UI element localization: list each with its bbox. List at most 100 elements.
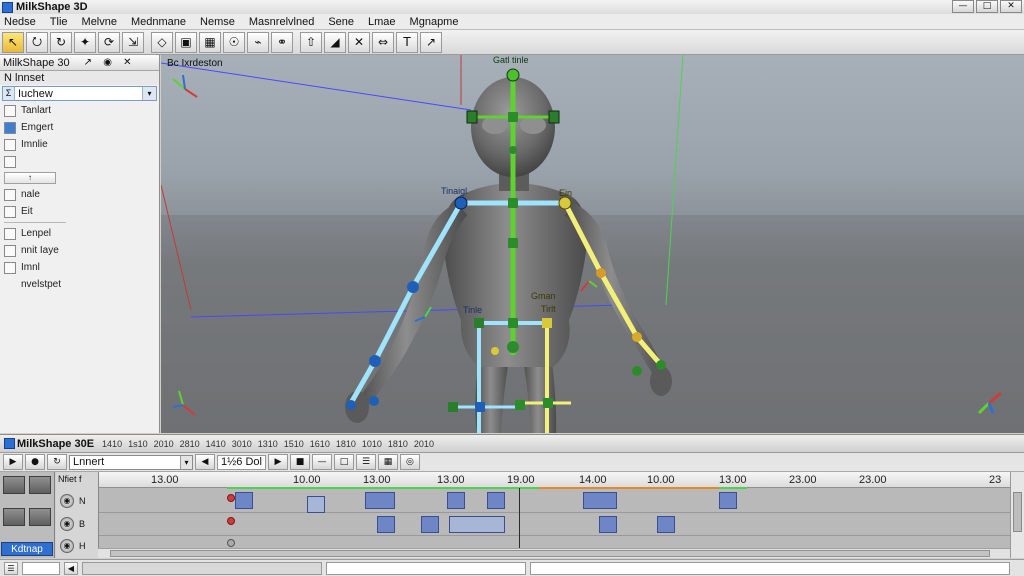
select-icon[interactable]: ⭮ xyxy=(26,31,48,53)
rotate-icon[interactable]: ⟳ xyxy=(98,31,120,53)
mirror-icon[interactable]: ⇔ xyxy=(372,31,394,53)
timeline-vertical-scrollbar[interactable] xyxy=(1010,472,1024,558)
link-icon[interactable]: ⚭ xyxy=(271,31,293,53)
menu-item-1[interactable]: Nedse xyxy=(4,16,36,28)
track-label-2[interactable]: ◉ B xyxy=(60,517,85,531)
panel-header-tools[interactable]: ↗ ◉ ✕ xyxy=(84,57,136,68)
timeline-tab[interactable]: 1410 xyxy=(206,439,226,449)
play-icon[interactable]: ▶ xyxy=(3,454,23,470)
panel-option-row[interactable]: Lenpel xyxy=(0,225,159,242)
timeline-tab[interactable]: 1610 xyxy=(310,439,330,449)
panel-option-row[interactable]: Tanlart xyxy=(0,102,159,119)
status-field-1[interactable] xyxy=(22,561,60,575)
keyframe[interactable] xyxy=(377,516,395,533)
close-button[interactable]: ✕ xyxy=(1000,0,1022,13)
timeline-track[interactable]: 13.00 10.00 13.00 13.00 19.00 14.00 10.00 13.00… xyxy=(98,472,1011,558)
keyframe[interactable] xyxy=(487,492,505,509)
scrollbar-thumb[interactable] xyxy=(1013,492,1022,532)
keyframe[interactable] xyxy=(599,516,617,533)
cursor-icon[interactable]: ↖ xyxy=(2,31,24,53)
bone-icon[interactable]: ⌁ xyxy=(247,31,269,53)
timeline-tab[interactable]: 1010 xyxy=(362,439,382,449)
keyframe[interactable] xyxy=(235,492,253,509)
axis-gizmo-top-left[interactable] xyxy=(172,74,198,98)
keyframe[interactable] xyxy=(583,492,617,509)
panel-option-row[interactable]: Imnl xyxy=(0,259,159,276)
track-label-3[interactable]: ◉ H xyxy=(60,539,86,553)
vertex-icon[interactable]: ◇ xyxy=(151,31,173,53)
menu-item-2[interactable]: Tlie xyxy=(50,16,68,28)
record-icon[interactable]: ● xyxy=(25,454,45,470)
mode-grid-button-2[interactable] xyxy=(29,476,51,494)
mode-grid-button-3[interactable] xyxy=(3,508,25,526)
weld-icon[interactable]: ✕ xyxy=(348,31,370,53)
status-arrow-icon[interactable]: ◀ xyxy=(64,561,78,575)
animation-combo[interactable]: Lnnert ▾ xyxy=(69,454,193,470)
panel-option-row[interactable]: nvelstpet xyxy=(0,276,159,293)
timeline-tab[interactable]: 1s10 xyxy=(128,439,148,449)
timeline-tab[interactable]: 1810 xyxy=(336,439,356,449)
mode-grid-button-1[interactable] xyxy=(3,476,25,494)
panel-blank-row[interactable] xyxy=(0,153,159,170)
3d-viewport[interactable]: Gatl tinle Tinaigl Ein Tinle Gman Tirlt … xyxy=(161,55,1024,433)
keyframe-button[interactable]: Kdtnap xyxy=(1,542,53,556)
panel-option-row[interactable]: Emgert xyxy=(0,119,159,136)
time-ruler[interactable]: 13.00 10.00 13.00 13.00 19.00 14.00 10.00 13.00… xyxy=(99,472,1011,488)
keyframe[interactable] xyxy=(307,496,325,513)
list-icon[interactable]: ☰ xyxy=(355,454,376,470)
timeline-tab[interactable]: 1410 xyxy=(102,439,122,449)
timeline-horizontal-scrollbar[interactable] xyxy=(98,548,1010,558)
checkbox-icon[interactable] xyxy=(4,155,16,168)
text-icon[interactable]: T xyxy=(396,31,418,53)
target-icon[interactable]: ◎ xyxy=(399,454,420,470)
prev-key-icon[interactable]: ◀ xyxy=(195,454,215,470)
panel-value-field[interactable]: ↑ xyxy=(4,172,56,184)
move-icon[interactable]: ✦ xyxy=(74,31,96,53)
minimize-button[interactable]: — xyxy=(952,0,974,13)
timeline-tab[interactable]: 1310 xyxy=(258,439,278,449)
keyframe[interactable] xyxy=(447,492,465,509)
timeline-tab[interactable]: 2010 xyxy=(154,439,174,449)
menu-item-9[interactable]: Mgnapme xyxy=(410,16,459,28)
next-key-icon[interactable]: ▶ xyxy=(267,454,288,470)
panel-option-row[interactable]: Eit xyxy=(0,203,159,220)
panel-option-row[interactable]: nnit Iaye xyxy=(0,242,159,259)
menu-item-7[interactable]: Sene xyxy=(328,16,354,28)
dash-icon[interactable]: — xyxy=(311,454,332,470)
object-combo[interactable]: Σ Iuchew ▾ xyxy=(2,86,157,101)
keyframe[interactable] xyxy=(449,516,505,533)
scrollbar-thumb[interactable] xyxy=(110,550,990,557)
grid-icon[interactable]: ▦ xyxy=(377,454,398,470)
measure-icon[interactable]: ↗ xyxy=(420,31,442,53)
menu-item-4[interactable]: Mednmane xyxy=(131,16,186,28)
timeline-tab[interactable]: 1510 xyxy=(284,439,304,449)
mode-grid-button-4[interactable] xyxy=(29,508,51,526)
track-label-1[interactable]: ◉ N xyxy=(60,494,86,508)
menu-item-3[interactable]: Melvne xyxy=(82,16,117,28)
menu-item-5[interactable]: Nemse xyxy=(200,16,235,28)
box-icon[interactable]: □ xyxy=(333,454,354,470)
status-menu-icon[interactable]: ☰ xyxy=(4,561,18,575)
bevel-icon[interactable]: ◢ xyxy=(324,31,346,53)
face-icon[interactable]: ▣ xyxy=(175,31,197,53)
timeline-tab[interactable]: 3010 xyxy=(232,439,252,449)
scale-icon[interactable]: ⇲ xyxy=(122,31,144,53)
chevron-down-icon[interactable]: ▾ xyxy=(180,455,192,469)
stop-icon[interactable]: ■ xyxy=(289,454,310,470)
panel-option-row[interactable]: nale xyxy=(0,186,159,203)
extrude-icon[interactable]: ⇧ xyxy=(300,31,322,53)
menu-item-8[interactable]: Lmae xyxy=(368,16,396,28)
maximize-button[interactable]: □ xyxy=(976,0,998,13)
panel-option-row[interactable]: Imnlie xyxy=(0,136,159,153)
timeline-tab[interactable]: 1810 xyxy=(388,439,408,449)
timeline-tab[interactable]: 2810 xyxy=(180,439,200,449)
group-icon[interactable]: ▦ xyxy=(199,31,221,53)
menu-item-6[interactable]: Masnrelvlned xyxy=(249,16,314,28)
keyframe[interactable] xyxy=(421,516,439,533)
keyframe[interactable] xyxy=(719,492,737,509)
timeline-tab[interactable]: 2010 xyxy=(414,439,434,449)
chevron-down-icon[interactable]: ▾ xyxy=(142,87,156,100)
lasso-icon[interactable]: ↻ xyxy=(50,31,72,53)
keyframe[interactable] xyxy=(657,516,675,533)
joint-icon[interactable]: ☉ xyxy=(223,31,245,53)
